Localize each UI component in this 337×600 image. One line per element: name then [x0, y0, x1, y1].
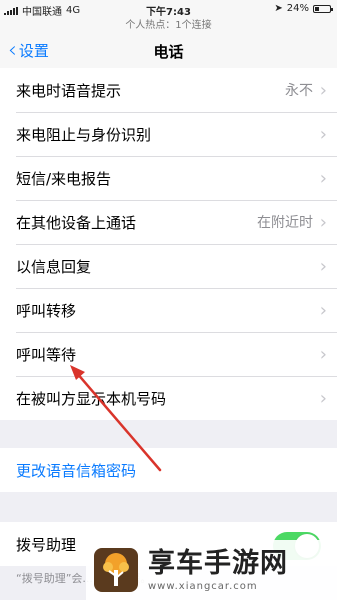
location-icon: ➤	[274, 3, 283, 14]
row-label: 拨号助理	[16, 535, 77, 554]
watermark-text: 享车手游网 www.xiangcar.com	[148, 547, 288, 592]
row-sms-call-report[interactable]: 短信/来电报告 ›	[0, 156, 337, 200]
phone-settings-group: 来电时语音提示 永不 › 来电阻止与身份识别 › 短信/来电报告 › 在其他设备…	[0, 68, 337, 420]
row-label: 以信息回复	[16, 257, 92, 276]
row-value: 永不	[285, 83, 313, 99]
watermark-url: www.xiangcar.com	[148, 580, 258, 592]
chevron-right-icon: ›	[319, 167, 327, 189]
watermark-title: 享车手游网	[148, 547, 288, 579]
navigation-bar: ‹ 设置 电话	[0, 30, 337, 70]
row-label: 更改语音信箱密码	[16, 461, 137, 480]
row-value: 在附近时	[257, 215, 313, 231]
row-call-waiting[interactable]: 呼叫等待 ›	[0, 332, 337, 376]
change-voicemail-password-button[interactable]: 更改语音信箱密码	[0, 448, 337, 492]
status-right: ➤ 24%	[274, 3, 333, 14]
page-title: 电话	[153, 43, 184, 61]
row-label: 来电时语音提示	[16, 81, 122, 100]
row-label: 在被叫方显示本机号码	[16, 389, 167, 408]
row-label: 来电阻止与身份识别	[16, 125, 152, 144]
battery-percent: 24%	[286, 3, 309, 14]
chevron-right-icon: ›	[319, 299, 327, 321]
row-calls-other-devices[interactable]: 在其他设备上通话 在附近时 ›	[0, 200, 337, 244]
chevron-right-icon: ›	[319, 343, 327, 365]
row-label: 短信/来电报告	[16, 169, 112, 188]
chevron-right-icon: ›	[319, 123, 327, 145]
row-call-forwarding[interactable]: 呼叫转移 ›	[0, 288, 337, 332]
voicemail-group: 更改语音信箱密码	[0, 448, 337, 492]
row-label: 呼叫转移	[16, 301, 77, 320]
row-label: 呼叫等待	[16, 345, 77, 364]
hotspot-banner[interactable]: 个人热点：1个连接	[0, 16, 337, 31]
tree-logo-icon	[94, 548, 138, 592]
chevron-right-icon: ›	[319, 211, 327, 233]
watermark: 享车手游网 www.xiangcar.com	[86, 540, 337, 600]
chevron-right-icon: ›	[319, 255, 327, 277]
row-show-caller-id[interactable]: 在被叫方显示本机号码 ›	[0, 376, 337, 420]
row-label: 在其他设备上通话	[16, 213, 137, 232]
row-announce-calls[interactable]: 来电时语音提示 永不 ›	[0, 68, 337, 112]
status-bar: 中国联通 4G 下午7:43 ➤ 24% 个人热点：1个连接	[0, 0, 337, 31]
chevron-right-icon: ›	[319, 79, 327, 101]
row-call-blocking[interactable]: 来电阻止与身份识别 ›	[0, 112, 337, 156]
row-respond-with-text[interactable]: 以信息回复 ›	[0, 244, 337, 288]
chevron-right-icon: ›	[319, 387, 327, 409]
battery-icon	[313, 4, 333, 13]
